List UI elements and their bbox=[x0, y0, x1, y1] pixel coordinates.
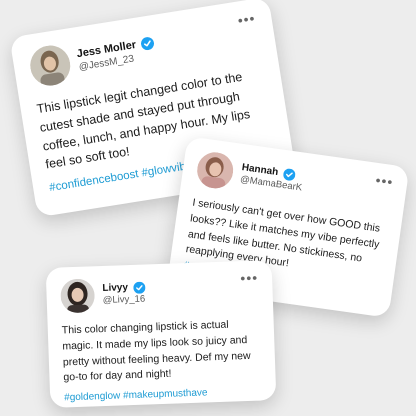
post-text: This color changing lipstick is actual m… bbox=[61, 318, 251, 384]
more-options-icon[interactable]: ••• bbox=[237, 10, 257, 29]
review-card-livyy: Livyy @Livy_16 ••• This color changing l… bbox=[45, 260, 277, 408]
card-header: Livyy @Livy_16 ••• bbox=[60, 270, 259, 314]
avatar[interactable] bbox=[27, 42, 74, 89]
avatar[interactable] bbox=[194, 149, 236, 191]
author-handle[interactable]: @Livy_16 bbox=[103, 294, 146, 307]
post-hashtags[interactable]: #goldenglow #makeupmusthave bbox=[64, 386, 262, 403]
verified-badge-icon bbox=[140, 36, 155, 51]
avatar[interactable] bbox=[60, 278, 96, 314]
verified-badge-icon bbox=[132, 281, 145, 294]
more-options-icon[interactable]: ••• bbox=[240, 270, 258, 287]
more-options-icon[interactable]: ••• bbox=[375, 172, 395, 190]
author-name[interactable]: Livyy bbox=[102, 282, 128, 295]
